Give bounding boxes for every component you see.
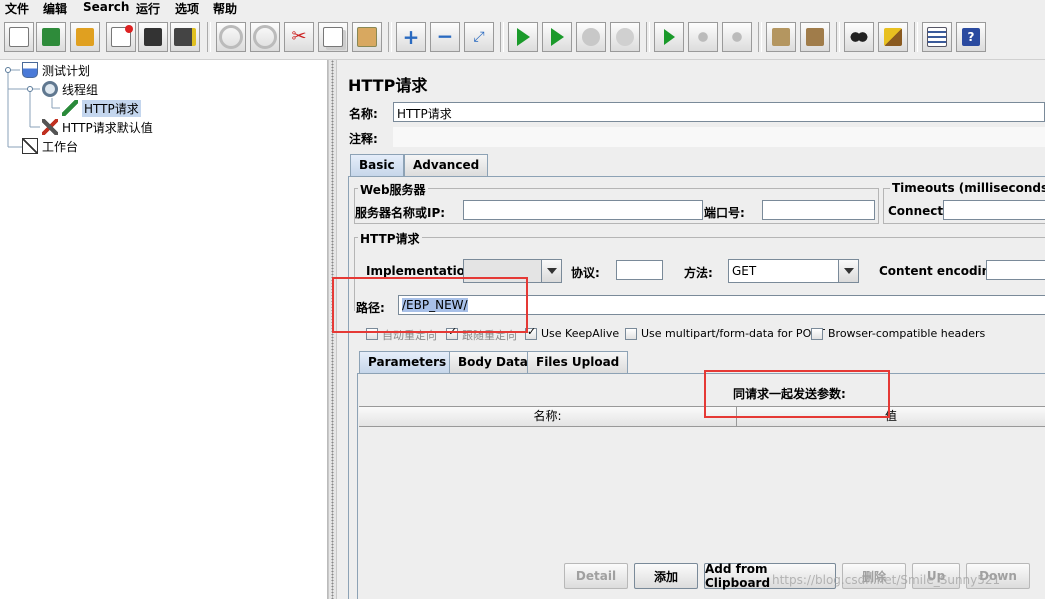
reset-search-icon[interactable] [878, 22, 908, 52]
implementation-label: Implementation: [366, 264, 479, 278]
toolbar: ✂ + − ⤢ ? [0, 17, 1045, 60]
menu-search[interactable]: Search [83, 0, 129, 14]
tree-item-label: 线程组 [62, 82, 99, 97]
start-icon[interactable] [508, 22, 538, 52]
browser-headers-checkbox[interactable] [811, 328, 823, 340]
comment-label: 注释: [349, 132, 378, 146]
undo-icon[interactable] [216, 22, 246, 52]
menu-edit[interactable]: 编辑 [43, 0, 67, 17]
tab-body-data[interactable]: Body Data [449, 351, 537, 373]
detail-button[interactable]: Detail [564, 563, 628, 589]
tree-item-label: HTTP请求 [82, 99, 141, 117]
wrench-icon [42, 119, 58, 135]
parameters-table[interactable]: 名称: 值 [359, 406, 1045, 556]
menu-options[interactable]: 选项 [175, 0, 199, 17]
add-button[interactable]: 添加 [634, 563, 698, 589]
highlight-params-box [704, 370, 890, 418]
tab-basic[interactable]: Basic [350, 154, 404, 176]
search-icon[interactable] [844, 22, 874, 52]
method-value: GET [732, 264, 757, 278]
tab-files-upload[interactable]: Files Upload [527, 351, 629, 373]
flask-icon [22, 62, 38, 78]
page-title: HTTP请求 [348, 76, 428, 95]
function-helper-icon[interactable] [922, 22, 952, 52]
clear-all-icon[interactable] [800, 22, 830, 52]
chevron-down-icon [838, 260, 858, 282]
start-no-timers-icon[interactable] [542, 22, 572, 52]
tree-item-label: 测试计划 [42, 63, 91, 78]
watermark: https://blog.csdn.net/Smile_Sunny521 [772, 573, 1001, 587]
content-encoding-label: Content encoding: [879, 264, 1004, 278]
tree-item-test-plan[interactable]: 测试计划 [22, 61, 90, 79]
cut-icon[interactable]: ✂ [284, 22, 314, 52]
workbench-icon [22, 138, 38, 154]
port-input[interactable] [762, 200, 875, 220]
connect-timeout-input[interactable] [943, 200, 1045, 220]
pipette-icon [62, 100, 78, 116]
gear-icon [42, 81, 58, 97]
stop-icon[interactable] [576, 22, 606, 52]
highlight-path-box [332, 277, 528, 333]
paste-icon[interactable] [352, 22, 382, 52]
name-input[interactable]: HTTP请求 [393, 102, 1045, 122]
tree-item-http-request[interactable]: HTTP请求 [62, 99, 141, 117]
expand-icon[interactable]: + [396, 22, 426, 52]
browser-headers-label: Browser-compatible headers [828, 327, 986, 340]
protocol-input[interactable] [616, 260, 663, 280]
http-request-legend: HTTP请求 [358, 230, 422, 247]
comment-input[interactable] [393, 127, 1045, 147]
tree-item-label: HTTP请求默认值 [62, 120, 153, 135]
remote-shutdown-icon[interactable] [722, 22, 752, 52]
tab-advanced[interactable]: Advanced [404, 154, 489, 176]
column-header-name[interactable]: 名称: [359, 407, 737, 427]
menu-bar: 文件 编辑 Search 运行 选项 帮助 [0, 0, 1045, 16]
content-encoding-input[interactable] [986, 260, 1045, 280]
menu-file[interactable]: 文件 [5, 0, 29, 17]
tree-item-thread-group[interactable]: 线程组 [42, 80, 98, 98]
tree-item-workbench[interactable]: 工作台 [22, 137, 78, 155]
tree-item-label: 工作台 [42, 139, 79, 154]
redo-icon[interactable] [250, 22, 280, 52]
method-select[interactable]: GET [728, 259, 859, 283]
menu-run[interactable]: 运行 [136, 0, 160, 17]
copy-icon[interactable] [318, 22, 348, 52]
save-icon[interactable] [138, 22, 168, 52]
tree-item-http-defaults[interactable]: HTTP请求默认值 [42, 118, 153, 136]
name-label: 名称: [349, 107, 378, 121]
remote-start-icon[interactable] [654, 22, 684, 52]
server-label: 服务器名称或IP: [355, 206, 446, 220]
server-input[interactable] [463, 200, 703, 220]
help-icon[interactable]: ? [956, 22, 986, 52]
save-as-icon[interactable] [170, 22, 200, 52]
keepalive-label: Use KeepAlive [541, 327, 620, 340]
port-label: 端口号: [704, 206, 745, 220]
tab-parameters[interactable]: Parameters [359, 351, 456, 373]
collapse-icon[interactable]: − [430, 22, 460, 52]
web-server-legend: Web服务器 [358, 181, 428, 198]
connect-label: Connect: [888, 204, 948, 218]
remote-stop-icon[interactable] [688, 22, 718, 52]
templates-icon[interactable] [36, 22, 66, 52]
multipart-checkbox[interactable] [625, 328, 637, 340]
method-label: 方法: [684, 266, 713, 280]
menu-help[interactable]: 帮助 [213, 0, 237, 17]
clear-icon[interactable] [766, 22, 796, 52]
toggle-icon[interactable]: ⤢ [464, 22, 494, 52]
timeouts-legend: Timeouts (milliseconds) [890, 181, 1045, 195]
shutdown-icon[interactable] [610, 22, 640, 52]
open-icon[interactable] [70, 22, 100, 52]
test-plan-tree: 测试计划 线程组 HTTP请求 HTTP请求默认值 工作台 [0, 60, 328, 599]
multipart-label: Use multipart/form-data for POST [641, 327, 825, 340]
new-icon[interactable] [4, 22, 34, 52]
close-icon[interactable] [106, 22, 136, 52]
chevron-down-icon [541, 260, 561, 282]
protocol-label: 协议: [571, 266, 600, 280]
